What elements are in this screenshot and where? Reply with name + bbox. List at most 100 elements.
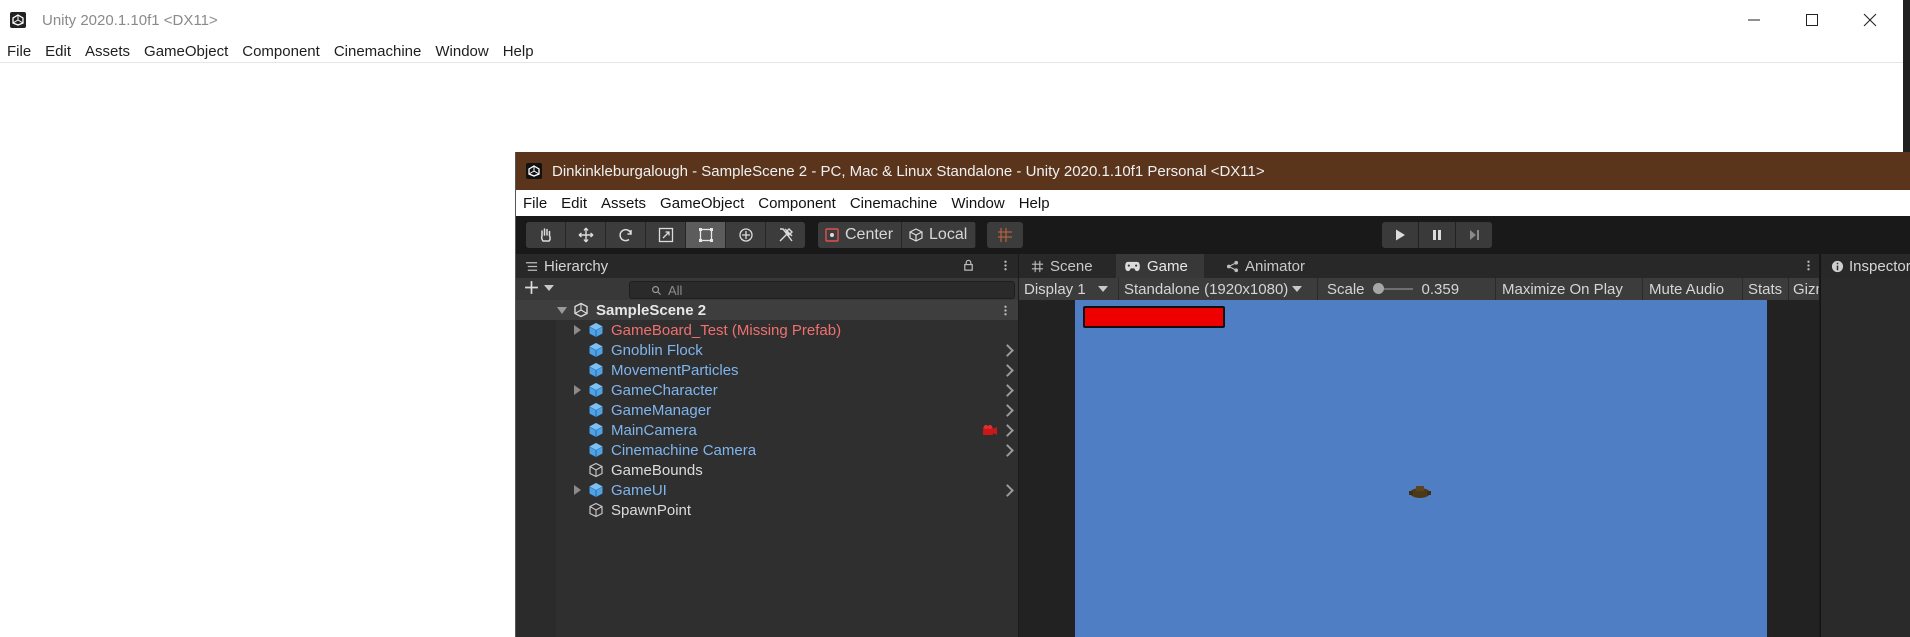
rotate-tool-icon[interactable] [606, 222, 646, 248]
tab-game[interactable]: Game [1116, 254, 1204, 278]
gizmos-dropdown[interactable]: Gizmos [1789, 278, 1819, 300]
chevron-right-icon[interactable] [1001, 404, 1014, 417]
pivot-mode-toggle[interactable]: Center [818, 222, 903, 248]
menu-edit[interactable]: Edit [38, 43, 78, 60]
pivot-space-toggle[interactable]: Local [902, 222, 977, 248]
scale-value: 0.359 [1421, 280, 1460, 298]
info-icon [1831, 260, 1844, 272]
editor-window-title: Dinkinkleburgalough - SampleScene 2 - PC… [552, 162, 1265, 180]
rect-tool-icon[interactable] [686, 222, 726, 248]
hierarchy-item[interactable]: GameUI [516, 480, 1018, 500]
hierarchy-item-label: Gnoblin Flock [611, 341, 703, 359]
menu-cinemachine[interactable]: Cinemachine [327, 43, 429, 60]
menu-help[interactable]: Help [496, 43, 541, 60]
menu-edit[interactable]: Edit [554, 195, 594, 212]
hierarchy-item[interactable]: SpawnPoint [516, 500, 1018, 520]
menu-cinemachine[interactable]: Cinemachine [843, 195, 945, 212]
menu-file[interactable]: File [0, 43, 38, 60]
scale-tool-icon[interactable] [646, 222, 686, 248]
gamepad-icon [1125, 261, 1140, 271]
hierarchy-scene-row[interactable]: SampleScene 2 [516, 300, 1018, 320]
maximize-button[interactable] [1783, 0, 1841, 40]
hierarchy-item-label: SpawnPoint [611, 501, 692, 519]
menu-gameobject[interactable]: GameObject [653, 195, 751, 212]
pivot-space-label: Local [929, 226, 968, 243]
game-render-canvas[interactable] [1075, 300, 1767, 637]
menu-assets[interactable]: Assets [594, 195, 653, 212]
hierarchy-search-input[interactable]: All [629, 281, 1015, 299]
tab-hierarchy[interactable]: Hierarchy [516, 254, 1018, 278]
step-button[interactable] [1456, 222, 1492, 248]
chevron-down-icon [1097, 286, 1108, 292]
expand-arrow-icon[interactable] [574, 485, 581, 495]
kebab-menu-icon[interactable] [1003, 304, 1008, 317]
menu-component[interactable]: Component [235, 43, 327, 60]
background-title-bar[interactable]: Unity 2020.1.10f1 <DX11> [0, 0, 1903, 40]
close-button[interactable] [1841, 0, 1899, 40]
menu-window[interactable]: Window [428, 43, 495, 60]
chevron-right-icon[interactable] [1001, 424, 1014, 437]
stats-toggle[interactable]: Stats [1743, 278, 1789, 300]
chevron-right-icon[interactable] [1001, 484, 1014, 497]
snap-settings[interactable] [987, 222, 1023, 248]
menu-help[interactable]: Help [1012, 195, 1057, 212]
tab-animator[interactable]: Animator [1224, 254, 1305, 278]
resolution-label: Standalone (1920x1080) [1124, 280, 1289, 298]
expand-arrow-icon[interactable] [574, 385, 581, 395]
prefab-icon [588, 422, 604, 438]
main-toolbar: Center Local [516, 216, 1910, 254]
background-menu-bar: File Edit Assets GameObject Component Ci… [0, 40, 1903, 63]
hierarchy-item[interactable]: MainCamera [516, 420, 1018, 440]
hierarchy-item[interactable]: GameBoard_Test (Missing Prefab) [516, 320, 1018, 340]
expand-arrow-icon[interactable] [574, 325, 581, 335]
mute-audio-label: Mute Audio [1649, 280, 1725, 298]
menu-gameobject[interactable]: GameObject [137, 43, 235, 60]
hierarchy-item[interactable]: Gnoblin Flock [516, 340, 1018, 360]
maximize-on-play-label: Maximize On Play [1502, 280, 1623, 298]
minimize-button[interactable] [1725, 0, 1783, 40]
chevron-right-icon[interactable] [1001, 344, 1014, 357]
kebab-menu-icon[interactable] [1806, 259, 1811, 272]
menu-component[interactable]: Component [751, 195, 843, 212]
scale-slider[interactable] [1372, 283, 1413, 295]
play-button[interactable] [1382, 222, 1419, 248]
stats-label: Stats [1748, 280, 1783, 298]
menu-file[interactable]: File [516, 195, 554, 212]
local-space-icon [909, 228, 923, 242]
pause-button[interactable] [1419, 222, 1456, 248]
maximize-on-play-toggle[interactable]: Maximize On Play [1496, 278, 1643, 300]
hierarchy-item[interactable]: GameBounds [516, 460, 1018, 480]
unity-scene-icon [573, 302, 589, 318]
transform-tool-icon[interactable] [726, 222, 766, 248]
prefab-icon [588, 362, 604, 378]
chevron-down-icon [1292, 286, 1303, 292]
chevron-right-icon[interactable] [1001, 444, 1014, 457]
menu-window[interactable]: Window [944, 195, 1011, 212]
lock-icon[interactable] [962, 259, 975, 272]
chevron-right-icon[interactable] [1001, 364, 1014, 377]
game-view-panel: Scene Game Animator Display 1 Standalone… [1019, 254, 1819, 637]
mute-audio-toggle[interactable]: Mute Audio [1643, 278, 1743, 300]
hierarchy-item[interactable]: MovementParticles [516, 360, 1018, 380]
hand-tool-icon[interactable] [526, 222, 566, 248]
camera-gizmo-icon [983, 425, 997, 435]
expand-arrow-icon[interactable] [557, 307, 567, 314]
pivot-mode-label: Center [845, 226, 894, 243]
game-view-toolbar: Display 1 Standalone (1920x1080) Scale 0… [1019, 278, 1819, 301]
hierarchy-item[interactable]: GameCharacter [516, 380, 1018, 400]
tab-scene[interactable]: Scene [1027, 254, 1119, 278]
editor-title-bar[interactable]: Dinkinkleburgalough - SampleScene 2 - PC… [516, 152, 1910, 190]
display-dropdown[interactable]: Display 1 [1019, 278, 1119, 300]
create-dropdown[interactable] [524, 280, 554, 295]
grid-snap-icon[interactable] [987, 222, 1023, 248]
move-tool-icon[interactable] [566, 222, 606, 248]
menu-assets[interactable]: Assets [78, 43, 137, 60]
chevron-right-icon[interactable] [1001, 384, 1014, 397]
hierarchy-item[interactable]: GameManager [516, 400, 1018, 420]
tab-inspector[interactable]: Inspector [1821, 254, 1910, 278]
hierarchy-tab-bar: Hierarchy [516, 254, 1018, 278]
kebab-menu-icon[interactable] [1003, 259, 1008, 272]
custom-tool-icon[interactable] [766, 222, 805, 248]
resolution-dropdown[interactable]: Standalone (1920x1080) [1119, 278, 1318, 300]
hierarchy-item[interactable]: Cinemachine Camera [516, 440, 1018, 460]
